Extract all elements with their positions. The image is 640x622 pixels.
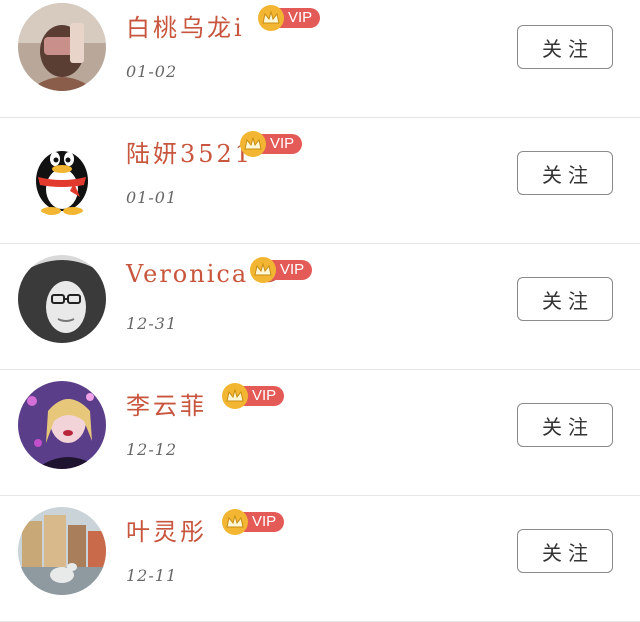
user-name[interactable]: 李云菲 xyxy=(126,386,207,421)
list-item[interactable]: 叶灵彤 VIP 12-11 关注 xyxy=(0,496,640,622)
crown-icon xyxy=(258,5,284,31)
follow-button[interactable]: 关注 xyxy=(517,277,613,321)
follow-button[interactable]: 关注 xyxy=(517,25,613,69)
follow-button[interactable]: 关注 xyxy=(517,151,613,195)
crown-icon xyxy=(222,383,248,409)
avatar[interactable] xyxy=(18,255,106,343)
vip-badge: VIP xyxy=(222,383,285,409)
follow-date: 12-11 xyxy=(126,566,178,585)
avatar[interactable] xyxy=(18,381,106,469)
vip-badge: VIP xyxy=(250,257,313,283)
user-name[interactable]: 叶灵彤 xyxy=(126,512,207,547)
follow-date: 01-02 xyxy=(126,62,178,81)
crown-icon xyxy=(222,509,248,535)
vip-badge: VIP xyxy=(222,509,285,535)
vip-badge: VIP xyxy=(240,131,303,157)
follow-date: 12-31 xyxy=(126,314,178,333)
list-item[interactable]: 白桃乌龙i VIP 01-02 关注 xyxy=(0,0,640,118)
list-item[interactable]: 李云菲 VIP 12-12 关注 xyxy=(0,370,640,496)
avatar[interactable] xyxy=(18,3,106,91)
follow-date: 12-12 xyxy=(126,440,178,459)
avatar[interactable] xyxy=(18,507,106,595)
follow-date: 01-01 xyxy=(126,188,178,207)
following-list: 白桃乌龙i VIP 01-02 关注 陆妍3521 VIP 01-01 关注 V… xyxy=(0,0,640,622)
crown-icon xyxy=(240,131,266,157)
list-item[interactable]: 陆妍3521 VIP 01-01 关注 xyxy=(0,118,640,244)
follow-button[interactable]: 关注 xyxy=(517,529,613,573)
crown-icon xyxy=(250,257,276,283)
follow-button[interactable]: 关注 xyxy=(517,403,613,447)
user-name[interactable]: 白桃乌龙i xyxy=(126,8,245,43)
vip-badge: VIP xyxy=(258,5,321,31)
avatar[interactable] xyxy=(18,129,106,217)
list-item[interactable]: Veronica G VIP 12-31 关注 xyxy=(0,244,640,370)
user-name[interactable]: 陆妍3521 xyxy=(126,134,253,169)
